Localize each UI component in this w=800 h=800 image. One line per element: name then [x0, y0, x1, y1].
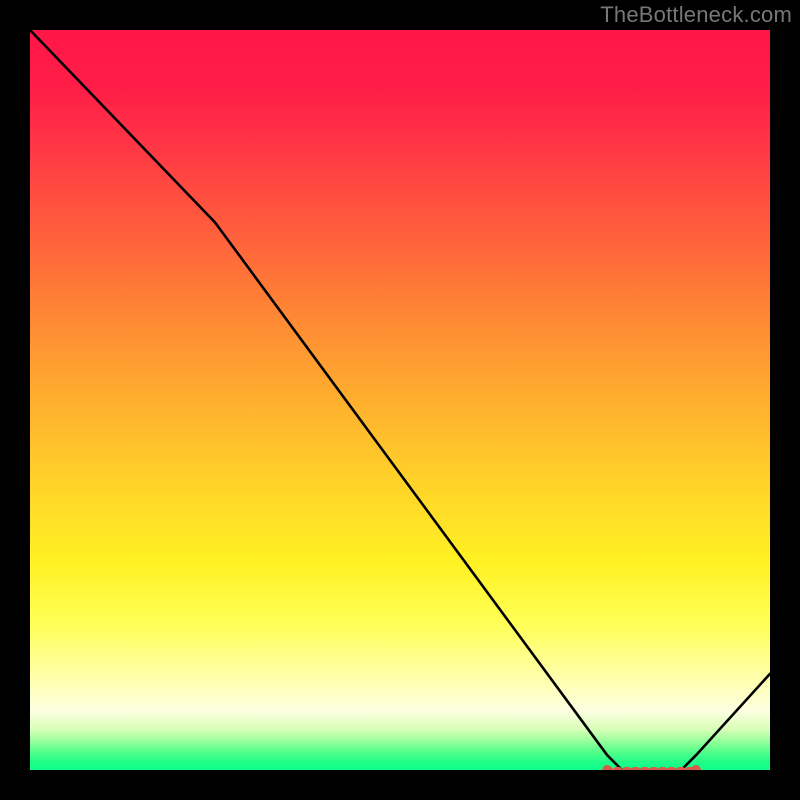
chart-frame: TheBottleneck.com — [0, 0, 800, 800]
chart-svg — [30, 30, 770, 770]
chart-plot-area — [30, 30, 770, 770]
bottleneck-curve-line — [30, 30, 770, 770]
attribution-label: TheBottleneck.com — [600, 2, 792, 28]
